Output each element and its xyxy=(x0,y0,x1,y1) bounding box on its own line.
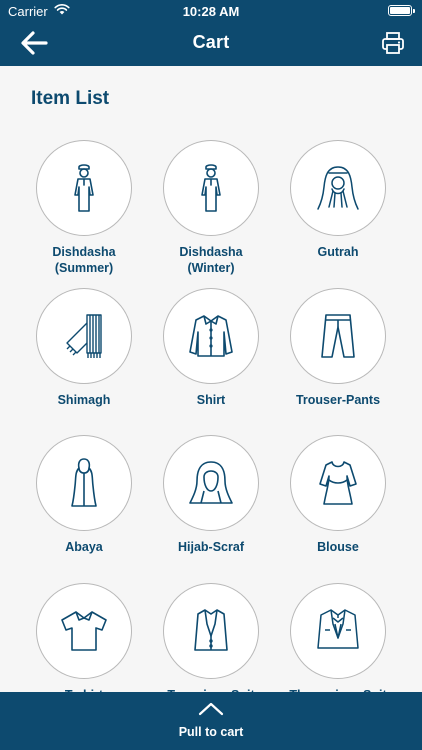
item-label: Gutrah xyxy=(317,245,359,259)
item-label: Shirt xyxy=(196,393,226,407)
item-circle xyxy=(163,140,259,236)
status-time: 10:28 AM xyxy=(182,4,240,19)
page-title: Cart xyxy=(192,32,230,52)
item-circle xyxy=(290,435,386,531)
chevron-up-icon[interactable] xyxy=(198,702,224,716)
item-circle xyxy=(290,288,386,384)
item-label: Hijab-Scraf xyxy=(178,540,244,554)
item-label: Shimagh xyxy=(57,393,111,407)
abaya-icon xyxy=(71,458,97,507)
item-label: Blouse xyxy=(317,540,359,554)
item-gutrah[interactable]: Gutrah xyxy=(273,140,403,260)
item-circle xyxy=(163,583,259,679)
item-two-piece-suit[interactable]: Two-piece Suit xyxy=(146,583,276,703)
item-circle xyxy=(36,583,132,679)
back-arrow-icon[interactable] xyxy=(18,28,52,58)
item-trouser-pants[interactable]: Trouser-Pants xyxy=(273,288,403,408)
item-shirt[interactable]: Shirt xyxy=(146,288,276,408)
item-dishdasha-summer[interactable]: Dishdasha (Summer) xyxy=(19,140,149,276)
item-shimagh[interactable]: Shimagh xyxy=(19,288,149,408)
item-circle xyxy=(36,140,132,236)
item-three-piece-suit[interactable]: Three-piece Suit xyxy=(273,583,403,703)
item-circle xyxy=(290,140,386,236)
item-circle xyxy=(36,288,132,384)
item-dishdasha-winter[interactable]: Dishdasha (Winter) xyxy=(146,140,276,276)
item-blouse[interactable]: Blouse xyxy=(273,435,403,555)
item-label: Dishdasha (Winter) xyxy=(179,245,243,275)
battery-icon xyxy=(388,5,415,16)
item-circle xyxy=(290,583,386,679)
tshirt-icon xyxy=(61,611,107,651)
shimagh-icon xyxy=(66,314,102,358)
two-piece-suit-icon xyxy=(194,609,228,651)
dishdasha-icon xyxy=(74,164,94,212)
item-tshirt[interactable]: T-shirt xyxy=(19,583,149,703)
item-circle xyxy=(36,435,132,531)
item-hijab-scraf[interactable]: Hijab-Scraf xyxy=(146,435,276,555)
status-bar: Carrier 10:28 AM xyxy=(0,0,422,22)
blouse-icon xyxy=(319,461,357,505)
item-list-title: Item List xyxy=(31,88,110,109)
item-label: Abaya xyxy=(65,540,103,554)
nav-header: Carrier 10:28 AM Cart xyxy=(0,0,422,66)
item-label: Dishdasha (Summer) xyxy=(52,245,116,275)
three-piece-suit-icon xyxy=(317,609,359,649)
pull-to-cart-bar[interactable]: Pull to cart xyxy=(0,692,422,750)
trousers-icon xyxy=(321,314,355,358)
pull-to-cart-label: Pull to cart xyxy=(178,725,244,739)
item-abaya[interactable]: Abaya xyxy=(19,435,149,555)
printer-icon[interactable] xyxy=(380,30,406,56)
item-circle xyxy=(163,288,259,384)
gutrah-icon xyxy=(317,166,359,210)
shirt-icon xyxy=(189,315,233,357)
hijab-icon xyxy=(189,461,233,504)
item-circle xyxy=(163,435,259,531)
item-label: Trouser-Pants xyxy=(295,393,381,407)
dishdasha-icon xyxy=(201,164,221,212)
